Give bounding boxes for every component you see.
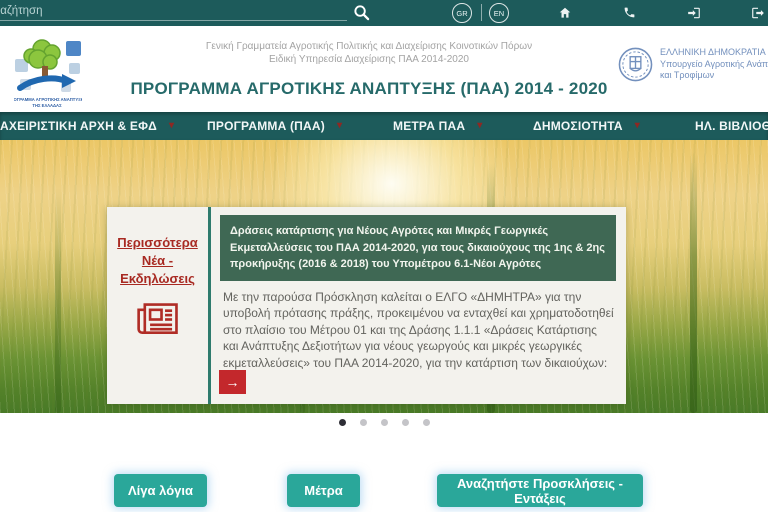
newspaper-icon [107, 301, 208, 343]
page: GR EN [0, 0, 768, 512]
carousel-dot[interactable] [381, 419, 388, 426]
slide-body: Με την παρούσα Πρόσκληση καλείται ο ΕΛΓΟ… [220, 289, 616, 373]
sign-in-icon[interactable] [686, 6, 701, 21]
carousel-card-left: Περισσότερα Νέα - Εκδηλώσεις [107, 207, 208, 404]
sign-out-icon[interactable] [750, 6, 765, 21]
ministry-line-2: Υπουργείο Αγροτικής Ανάπτυξης [660, 59, 768, 71]
slide-title: Δράσεις κατάρτισης για Νέους Αγρότες και… [220, 215, 616, 281]
ministry-line-3: και Τροφίμων [660, 70, 768, 82]
quick-button-measures[interactable]: Μέτρα [287, 474, 360, 507]
carousel-dot[interactable] [360, 419, 367, 426]
nav-item-managing-authority[interactable]: ΑΧΕΙΡΙΣΤΙΚΗ ΑΡΧΗ & ΕΦΔ ▾ [0, 112, 174, 140]
chevron-down-icon: ▾ [477, 121, 482, 131]
greek-republic-emblem-icon [618, 47, 653, 82]
quick-button-search-calls[interactable]: Αναζητήστε Προσκλήσεις - Εντάξεις [437, 474, 643, 507]
nav-label: ΔΗΜΟΣΙΟΤΗΤΑ [533, 119, 623, 133]
chevron-down-icon: ▾ [169, 121, 174, 131]
search-input[interactable] [0, 2, 347, 21]
quick-button-about[interactable]: Λίγα λόγια [114, 474, 207, 507]
header-center: Γενική Γραμματεία Αγροτικής Πολιτικής κα… [120, 40, 618, 99]
carousel-dot[interactable] [402, 419, 409, 426]
org-line-1: Γενική Γραμματεία Αγροτικής Πολιτικής κα… [120, 40, 618, 53]
nav-label: ΗΛ. ΒΙΒΛΙΟΘΗΚΗ [695, 119, 768, 133]
nav-item-metra-paa[interactable]: ΜΕΤΡΑ ΠΑΑ ▾ [393, 112, 482, 140]
language-gr-button[interactable]: GR [452, 3, 472, 23]
topbar-divider [481, 4, 482, 21]
paa-logo-caption-2: ΤΗΣ ΕΛΛΑΔΑΣ [32, 103, 62, 108]
carousel-dots [0, 419, 768, 426]
nav-item-program-paa[interactable]: ΠΡΟΓΡΑΜΜΑ (ΠΑΑ) ▾ [207, 112, 342, 140]
more-news-link[interactable]: Περισσότερα Νέα - Εκδηλώσεις [107, 234, 208, 288]
topbar: GR EN [0, 0, 768, 26]
header: ΠΡΟΓΡΑΜΜΑ ΑΓΡΟΤΙΚΗΣ ΑΝΑΠΤΥΞΗΣ ΤΗΣ ΕΛΛΑΔΑ… [0, 26, 768, 112]
ministry-text: ΕΛΛΗΝΙΚΗ ΔΗΜΟΚΡΑΤΙΑ Υπουργείο Αγροτικής … [660, 47, 768, 82]
carousel-dot[interactable] [339, 419, 346, 426]
carousel-slide: Δράσεις κατάρτισης για Νέους Αγρότες και… [211, 207, 626, 404]
wheat-stalk [55, 188, 61, 413]
paa-program-logo[interactable]: ΠΡΟΓΡΑΜΜΑ ΑΓΡΟΤΙΚΗΣ ΑΝΑΠΤΥΞΗΣ ΤΗΣ ΕΛΛΑΔΑ… [14, 35, 82, 109]
ministry-line-1: ΕΛΛΗΝΙΚΗ ΔΗΜΟΚΡΑΤΙΑ [660, 47, 768, 59]
home-icon[interactable] [557, 6, 572, 21]
nav-label: ΠΡΟΓΡΑΜΜΑ (ΠΑΑ) [207, 119, 325, 133]
carousel-dot[interactable] [423, 419, 430, 426]
slide-read-more-button[interactable]: → [219, 370, 246, 394]
nav-item-publicity[interactable]: ΔΗΜΟΣΙΟΤΗΤΑ ▾ [533, 112, 640, 140]
hero-wheat-field-image: Περισσότερα Νέα - Εκδηλώσεις [0, 140, 768, 413]
phone-icon[interactable] [622, 6, 637, 21]
paa-logo-caption-1: ΠΡΟΓΡΑΜΜΑ ΑΓΡΟΤΙΚΗΣ ΑΝΑΠΤΥΞΗΣ [14, 97, 82, 102]
nav-item-e-library[interactable]: ΗΛ. ΒΙΒΛΙΟΘΗΚΗ [695, 112, 768, 140]
nav-label: ΑΧΕΙΡΙΣΤΙΚΗ ΑΡΧΗ & ΕΦΔ [0, 119, 157, 133]
page-title: ΠΡΟΓΡΑΜΜΑ ΑΓΡΟΤΙΚΗΣ ΑΝΑΠΤΥΞΗΣ (ΠΑΑ) 2014… [120, 79, 618, 99]
search-icon[interactable] [352, 4, 370, 22]
chevron-down-icon: ▾ [635, 121, 640, 131]
wheat-stalk [690, 151, 697, 413]
chevron-down-icon: ▾ [337, 121, 342, 131]
ministry-logo: ΕΛΛΗΝΙΚΗ ΔΗΜΟΚΡΑΤΙΑ Υπουργείο Αγροτικής … [618, 47, 768, 82]
language-en-button[interactable]: EN [489, 3, 509, 23]
org-line-2: Ειδική Υπηρεσία Διαχείρισης ΠΑΑ 2014-202… [120, 53, 618, 66]
news-carousel-card: Περισσότερα Νέα - Εκδηλώσεις [107, 207, 626, 404]
nav-label: ΜΕΤΡΑ ΠΑΑ [393, 119, 465, 133]
main-nav: ΑΧΕΙΡΙΣΤΙΚΗ ΑΡΧΗ & ΕΦΔ ▾ ΠΡΟΓΡΑΜΜΑ (ΠΑΑ)… [0, 112, 768, 140]
